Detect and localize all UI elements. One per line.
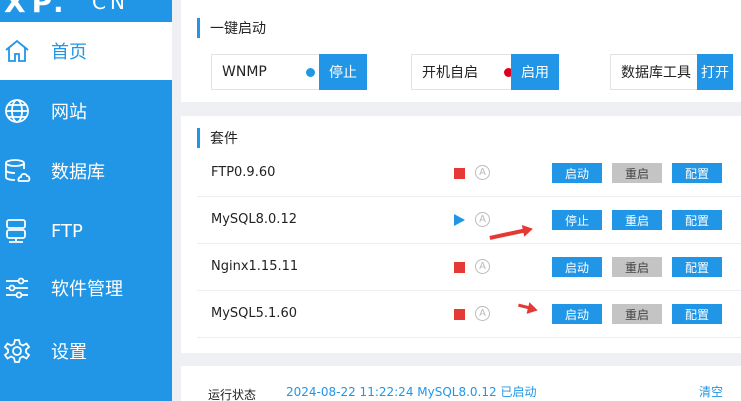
section-title: 套件 [197,128,238,148]
sidebar-item-software[interactable]: 软件管理 [0,259,172,317]
sidebar-item-home[interactable]: 首页 [0,22,172,80]
running-play-icon [454,214,465,226]
stopped-status-icon [454,262,465,273]
start-button[interactable]: 启动 [552,304,602,324]
sidebar-item-label: FTP [51,220,83,242]
globe-icon [2,96,32,126]
config-button[interactable]: 配置 [672,210,722,230]
stop-button[interactable]: 停止 [552,210,602,230]
logo-main: XP. [4,0,70,18]
sidebar-item-label: 网站 [51,102,87,123]
service-name: MySQL5.1.60 [211,306,297,321]
restart-button[interactable]: 重启 [612,163,662,183]
table-row: MySQL5.1.60 A 启动 重启 配置 [197,291,741,338]
auto-start-icon[interactable]: A [475,259,490,274]
service-name: MySQL8.0.12 [211,212,297,227]
config-button[interactable]: 配置 [672,163,722,183]
auto-start-icon[interactable]: A [475,165,490,180]
config-button[interactable]: 配置 [672,304,722,324]
log-bar: 运行状态 2024-08-22 11:22:24 MySQL8.0.12 已启动… [181,366,741,401]
table-row: MySQL8.0.12 A 停止 重启 配置 [197,197,741,244]
table-row: FTP0.9.60 A 启动 重启 配置 [197,150,741,197]
stopped-status-icon [454,309,465,320]
database-icon [2,156,32,186]
quickstart-label: 开机自启 [422,65,478,81]
suite-panel: 套件 FTP0.9.60 A 启动 重启 配置 MySQL8.0.12 A 停止… [181,116,741,353]
auto-start-icon[interactable]: A [475,306,490,321]
gear-icon [2,336,32,366]
table-row: Nginx1.15.11 A 启动 重启 配置 [197,244,741,291]
quickstart-wnmp: WNMP 停止 [211,54,367,90]
service-name: FTP0.9.60 [211,165,276,180]
sidebar-item-database[interactable]: 数据库 [0,142,172,200]
sidebar-item-website[interactable]: 网站 [0,82,172,140]
sidebar-item-label: 数据库 [51,162,105,183]
config-button[interactable]: 配置 [672,257,722,277]
log-label: 运行状态 [208,388,257,401]
dbtool-open-button[interactable]: 打开 [697,54,733,90]
stopped-status-icon [454,168,465,179]
quickstart-panel: 一键启动 WNMP 停止 开机自启 启用 数据库工具 打开 [181,0,741,102]
restart-button[interactable]: 重启 [612,304,662,324]
sidebar-item-label: 软件管理 [51,279,123,300]
restart-button[interactable]: 重启 [612,257,662,277]
restart-button[interactable]: 重启 [612,210,662,230]
sidebar-item-settings[interactable]: 设置 [0,322,172,380]
sidebar: XP. CN 首页 网站 数据库 FTP 软件管理 设置 [0,0,172,401]
clear-log-link[interactable]: 清空 [699,383,723,400]
start-button[interactable]: 启动 [552,257,602,277]
status-dot [306,67,315,77]
service-name: Nginx1.15.11 [211,259,299,274]
quickstart-dbtool: 数据库工具 打开 [610,54,733,90]
quickstart-label: WNMP [222,64,267,80]
home-icon [2,36,32,66]
sliders-icon [2,273,32,303]
logo-suffix: CN [92,0,129,14]
wnmp-stop-button[interactable]: 停止 [319,54,367,90]
sidebar-item-label: 首页 [51,42,87,63]
sidebar-item-ftp[interactable]: FTP [0,202,172,260]
section-title: 一键启动 [197,18,266,38]
start-button[interactable]: 启动 [552,163,602,183]
quickstart-autostart: 开机自启 启用 [411,54,559,90]
logo: XP. CN [0,0,172,18]
ftp-server-icon [2,216,32,246]
sidebar-item-label: 设置 [51,342,87,363]
auto-start-icon[interactable]: A [475,212,490,227]
autostart-enable-button[interactable]: 启用 [511,54,559,90]
log-message: 2024-08-22 11:22:24 MySQL8.0.12 已启动 [286,385,537,399]
quickstart-label: 数据库工具 [621,65,691,81]
